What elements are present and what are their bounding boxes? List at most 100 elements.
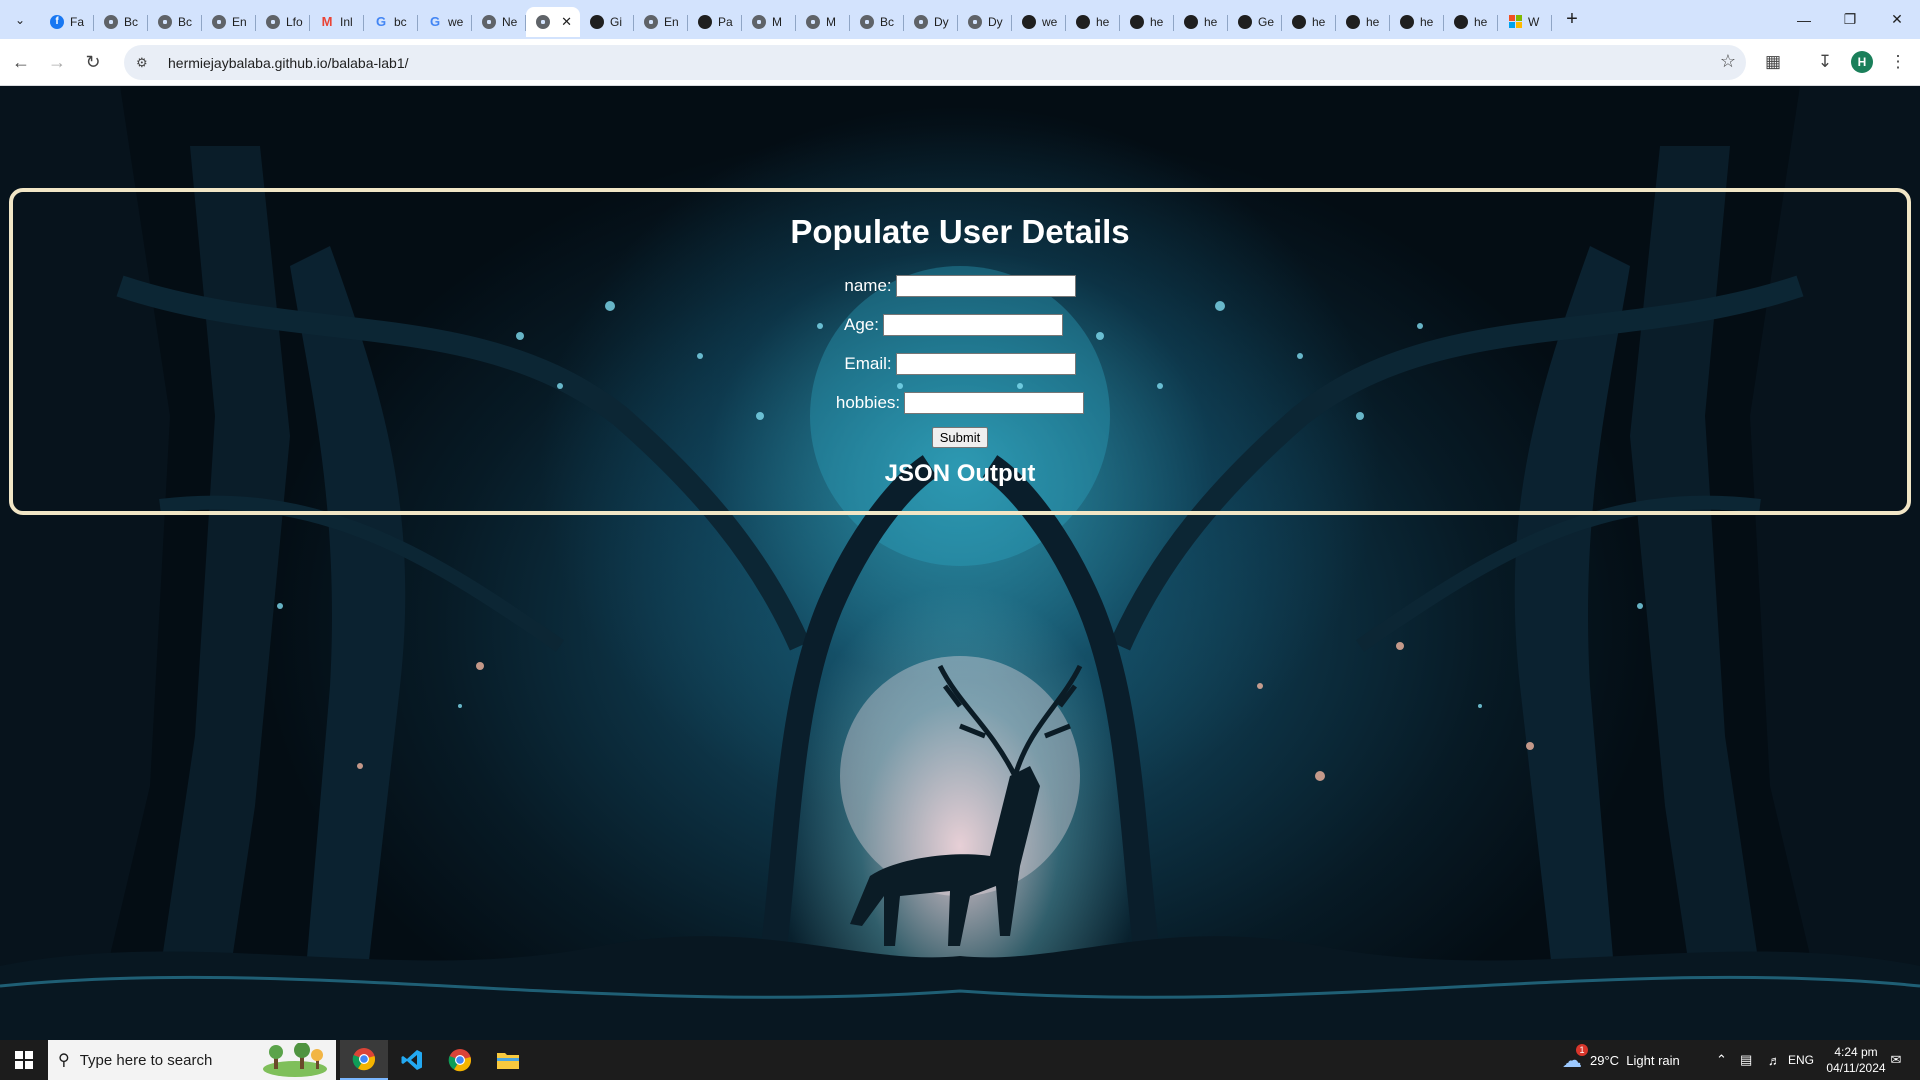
volume-button[interactable]: ♬ xyxy=(1768,1040,1781,1080)
weather-widget[interactable]: ☁ 1 29°C Light rain xyxy=(1562,1040,1680,1080)
json-output-heading: JSON Output xyxy=(884,460,1036,487)
tab[interactable]: En xyxy=(202,7,256,37)
tab[interactable]: he xyxy=(1390,7,1444,37)
forward-arrow-icon: → xyxy=(48,51,66,72)
tab[interactable]: he xyxy=(1066,7,1120,37)
tab-title: Ge xyxy=(1258,14,1275,29)
tab-title: Bc xyxy=(880,14,895,29)
chevron-down-icon: ⌄ xyxy=(14,12,26,27)
globe-icon xyxy=(859,14,875,30)
downloads-button[interactable]: ↧ xyxy=(1808,45,1842,79)
tab[interactable]: Bc xyxy=(850,7,904,37)
reload-icon: ↻ xyxy=(85,51,101,72)
hobbies-input[interactable] xyxy=(904,391,1085,414)
extensions-button[interactable]: ▦ xyxy=(1756,45,1790,79)
new-tab-button[interactable]: + xyxy=(1558,6,1586,34)
tab-separator xyxy=(1551,14,1552,31)
tab[interactable]: Gi xyxy=(580,7,634,37)
tab-title: he xyxy=(1366,14,1380,29)
tab[interactable]: M Inl xyxy=(310,7,364,37)
restore-button[interactable]: ❐ xyxy=(1827,0,1873,39)
tab[interactable]: f Fa xyxy=(40,7,94,37)
tab[interactable]: he xyxy=(1336,7,1390,37)
tab[interactable]: M xyxy=(796,7,850,37)
tab-title: W xyxy=(1528,14,1540,29)
globe-icon xyxy=(481,14,497,30)
facebook-icon: f xyxy=(49,14,65,30)
tab[interactable]: Dy xyxy=(958,7,1012,37)
name-row: name: xyxy=(13,266,1907,305)
tab[interactable]: he xyxy=(1282,7,1336,37)
globe-icon xyxy=(967,14,983,30)
tab-close-icon[interactable]: ✕ xyxy=(561,14,572,30)
taskbar: ⚲ Type here to search ☁ 1 29°C Light rai… xyxy=(0,1040,1920,1080)
tab[interactable]: he xyxy=(1174,7,1228,37)
tab[interactable]: Bc xyxy=(94,7,148,37)
tab-title: Bc xyxy=(178,14,193,29)
tab[interactable]: Ge xyxy=(1228,7,1282,37)
tab-title: Lfo xyxy=(286,14,303,29)
tab[interactable]: Pa xyxy=(688,7,742,37)
taskbar-vscode[interactable] xyxy=(388,1040,436,1080)
tab[interactable]: Bc xyxy=(148,7,202,37)
tab[interactable]: W xyxy=(1498,7,1552,37)
profile-button[interactable]: H xyxy=(1845,45,1879,79)
minimize-button[interactable]: — xyxy=(1781,0,1827,39)
tab[interactable]: En xyxy=(634,7,688,37)
tab-title: he xyxy=(1474,14,1488,29)
language-text: ENG xyxy=(1788,1053,1815,1067)
github-icon xyxy=(1399,14,1415,30)
tab[interactable]: Dy xyxy=(904,7,958,37)
submit-button[interactable]: Submit xyxy=(931,427,989,448)
chevron-up-icon: ⌃ xyxy=(1716,1052,1727,1067)
taskbar-search[interactable]: ⚲ Type here to search xyxy=(48,1040,336,1080)
github-icon xyxy=(1453,14,1469,30)
minimize-icon: — xyxy=(1797,11,1811,28)
language-indicator[interactable]: ENG xyxy=(1788,1040,1814,1080)
notification-button[interactable]: ✉ xyxy=(1876,1040,1916,1080)
site-info-icon[interactable]: ⚙ xyxy=(136,55,154,71)
bookmark-star-icon[interactable]: ☆ xyxy=(1720,51,1736,72)
network-button[interactable]: ▤ xyxy=(1740,1040,1752,1080)
tab-active[interactable]: ✕ xyxy=(526,6,580,37)
tab-title: he xyxy=(1312,14,1326,29)
email-input[interactable] xyxy=(895,352,1076,375)
github-icon xyxy=(697,14,713,30)
taskbar-chrome-profile[interactable] xyxy=(340,1040,388,1080)
tab[interactable]: he xyxy=(1120,7,1174,37)
windows-icon xyxy=(1507,14,1523,30)
tab[interactable]: Lfo xyxy=(256,7,310,37)
browser-menu-button[interactable]: ⋮ xyxy=(1881,45,1915,79)
start-button[interactable] xyxy=(0,1040,48,1080)
address-bar[interactable]: ⚙ hermiejaybalaba.github.io/balaba-lab1/… xyxy=(124,45,1746,80)
download-icon: ↧ xyxy=(1817,52,1833,71)
tab[interactable]: Ne xyxy=(472,7,526,37)
page-viewport: Populate User Details name: Age: Email: … xyxy=(0,86,1920,1040)
tab[interactable]: Gbc xyxy=(364,7,418,37)
github-icon xyxy=(1075,14,1091,30)
globe-icon xyxy=(265,14,281,30)
tab[interactable]: we xyxy=(1012,7,1066,37)
tab[interactable]: he xyxy=(1444,7,1498,37)
tab-title: we xyxy=(1042,14,1058,29)
name-input[interactable] xyxy=(895,274,1076,297)
tab-search-button[interactable]: ⌄ xyxy=(6,6,34,34)
taskbar-file-explorer[interactable] xyxy=(484,1040,532,1080)
show-hidden-icons-button[interactable]: ⌃ xyxy=(1716,1040,1727,1080)
user-form-panel: Populate User Details name: Age: Email: … xyxy=(9,188,1911,515)
tab-title: we xyxy=(448,14,464,29)
taskbar-chrome[interactable] xyxy=(436,1040,484,1080)
chrome-icon xyxy=(352,1048,376,1071)
back-button[interactable]: ← xyxy=(4,45,38,79)
vscode-icon xyxy=(401,1050,422,1070)
forward-button[interactable]: → xyxy=(40,45,74,79)
close-window-button[interactable]: ✕ xyxy=(1874,0,1920,39)
tab-title: Pa xyxy=(718,14,733,29)
tab-title: he xyxy=(1420,14,1434,29)
google-icon: G xyxy=(429,14,441,29)
tab[interactable]: Gwe xyxy=(418,7,472,37)
github-icon xyxy=(1021,14,1037,30)
age-input[interactable] xyxy=(882,313,1063,336)
tab[interactable]: M xyxy=(742,7,796,37)
reload-button[interactable]: ↻ xyxy=(76,45,110,79)
